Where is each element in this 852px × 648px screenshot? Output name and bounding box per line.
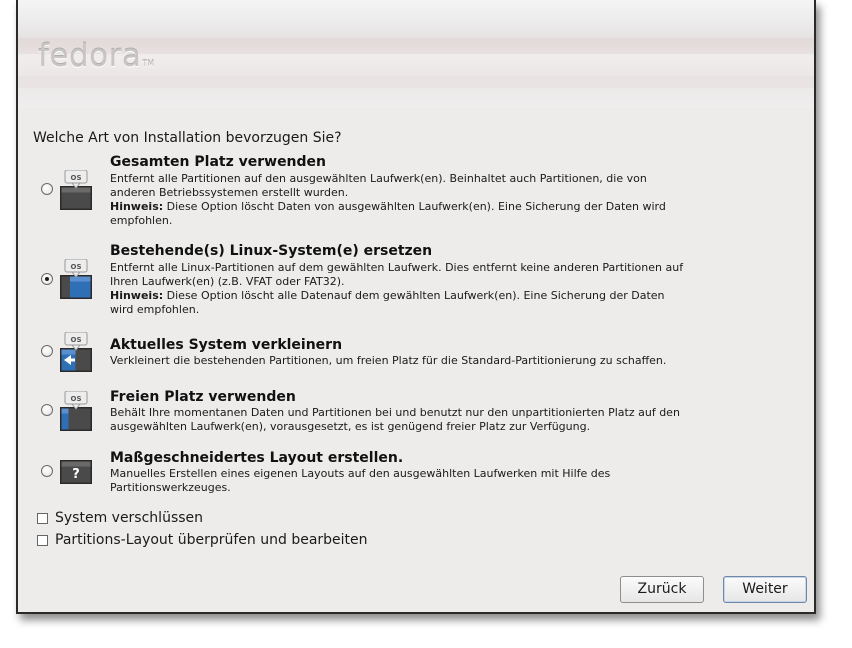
fedora-logo: fedoraTM bbox=[38, 38, 155, 74]
radio-custom-layout[interactable] bbox=[41, 465, 53, 477]
radio-use-free-space[interactable] bbox=[41, 404, 53, 416]
svg-text:OS: OS bbox=[71, 395, 82, 403]
option-title: Bestehende(s) Linux-System(e) ersetzen bbox=[110, 243, 433, 259]
os-disk-shrink-icon: OS bbox=[60, 332, 92, 372]
option-description: Verkleinert die bestehenden Partitionen,… bbox=[110, 354, 667, 367]
option-title: Gesamten Platz verwenden bbox=[110, 154, 327, 170]
header-banner: fedoraTM bbox=[18, 0, 814, 108]
svg-text:OS: OS bbox=[71, 336, 82, 344]
custom-layout-question-icon: ? bbox=[60, 460, 92, 484]
install-type-question: Welche Art von Installation bevorzugen S… bbox=[33, 130, 342, 146]
svg-text:OS: OS bbox=[71, 263, 82, 271]
os-disk-all-icon: OS bbox=[60, 170, 92, 210]
radio-shrink-system[interactable] bbox=[41, 345, 53, 357]
option-description: Behält Ihre momentanen Daten und Partiti… bbox=[110, 406, 680, 433]
svg-text:?: ? bbox=[72, 467, 80, 482]
checkbox-review-label[interactable]: Partitions-Layout überprüfen und bearbei… bbox=[55, 532, 368, 548]
option-description: Entfernt alle Partitionen auf den ausgew… bbox=[110, 172, 666, 227]
option-title: Freien Platz verwenden bbox=[110, 389, 296, 405]
option-title: Maßgeschneidertes Layout erstellen. bbox=[110, 450, 404, 466]
svg-text:OS: OS bbox=[71, 174, 82, 182]
checkbox-encrypt-label[interactable]: System verschlüssen bbox=[55, 510, 203, 526]
os-disk-replace-linux-icon: OS bbox=[60, 259, 92, 299]
next-button[interactable]: Weiter bbox=[723, 576, 807, 603]
installer-window: fedoraTM Welche Art von Installation bev… bbox=[16, 0, 816, 614]
option-description: Manuelles Erstellen eines eigenen Layout… bbox=[110, 467, 611, 494]
radio-use-all-space[interactable] bbox=[41, 183, 53, 195]
radio-replace-linux[interactable] bbox=[41, 273, 53, 285]
checkbox-encrypt-system[interactable] bbox=[37, 513, 48, 524]
back-button[interactable]: Zurück bbox=[620, 576, 704, 603]
option-description: Entfernt alle Linux-Partitionen auf dem … bbox=[110, 261, 684, 316]
os-disk-free-space-icon: OS bbox=[60, 391, 92, 431]
checkbox-review-layout[interactable] bbox=[37, 535, 48, 546]
option-title: Aktuelles System verkleinern bbox=[110, 337, 343, 353]
